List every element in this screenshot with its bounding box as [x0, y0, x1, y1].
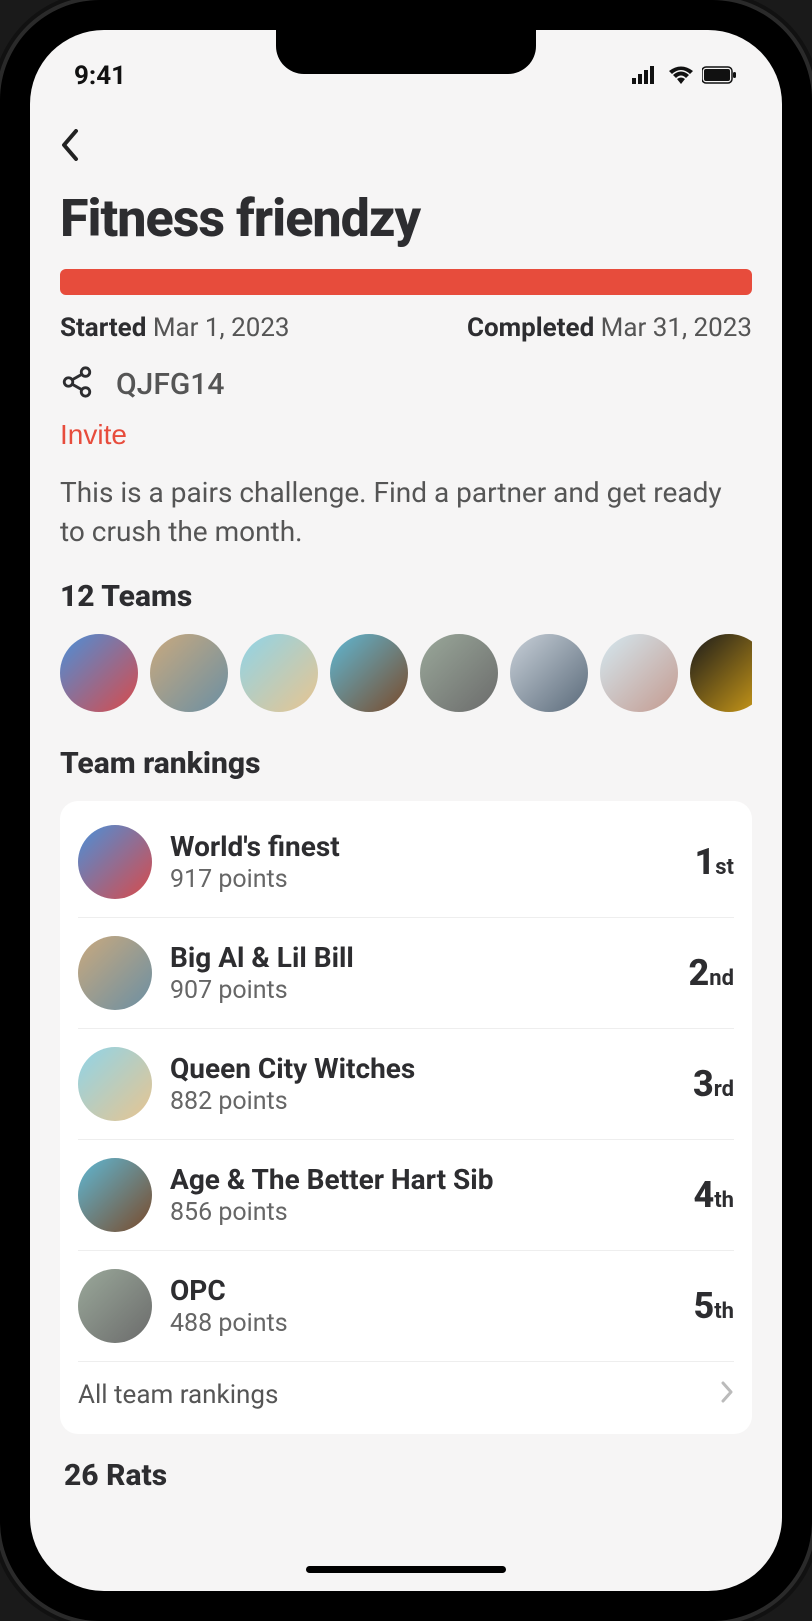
back-button[interactable]	[60, 122, 84, 188]
ranking-row[interactable]: Age & The Better Hart Sib 856 points 4th	[78, 1140, 734, 1251]
share-row[interactable]: QJFG14	[60, 365, 752, 403]
rank-position: 4th	[693, 1174, 734, 1216]
phone-notch	[276, 30, 536, 74]
invite-button[interactable]: Invite	[60, 419, 127, 451]
team-avatar	[78, 1269, 152, 1343]
team-avatar	[78, 1158, 152, 1232]
team-avatar	[78, 936, 152, 1010]
team-points: 488 points	[170, 1309, 675, 1338]
completed-date: Mar 31, 2023	[601, 313, 752, 343]
team-points: 882 points	[170, 1087, 675, 1116]
rank-position: 2nd	[689, 952, 734, 994]
team-avatar[interactable]	[150, 634, 228, 712]
chevron-right-icon	[720, 1381, 734, 1409]
rankings-heading: Team rankings	[60, 746, 752, 781]
rank-position: 5th	[693, 1285, 734, 1327]
ranking-row[interactable]: World's finest 917 points 1st	[78, 815, 734, 918]
completed-label: Completed	[467, 313, 594, 343]
date-row: Started Mar 1, 2023 Completed Mar 31, 20…	[60, 313, 752, 343]
team-avatar[interactable]	[240, 634, 318, 712]
team-avatar	[78, 1047, 152, 1121]
battery-icon	[702, 61, 738, 91]
team-avatar[interactable]	[420, 634, 498, 712]
all-rankings-label: All team rankings	[78, 1380, 278, 1410]
cellular-icon	[632, 61, 660, 91]
team-name: OPC	[170, 1274, 675, 1307]
home-indicator[interactable]	[306, 1566, 506, 1573]
team-points: 917 points	[170, 865, 676, 894]
all-rankings-link[interactable]: All team rankings	[78, 1362, 734, 1424]
ranking-row[interactable]: OPC 488 points 5th	[78, 1251, 734, 1362]
phone-frame: 9:41 Fitness friendzy	[0, 0, 812, 1621]
status-time: 9:41	[74, 61, 126, 91]
progress-bar	[60, 269, 752, 295]
share-code: QJFG14	[116, 367, 224, 402]
challenge-description: This is a pairs challenge. Find a partne…	[60, 473, 752, 551]
team-points: 907 points	[170, 976, 671, 1005]
team-avatar[interactable]	[600, 634, 678, 712]
team-avatar[interactable]	[60, 634, 138, 712]
teams-count-heading: 12 Teams	[60, 579, 752, 614]
rats-count-heading: 26 Rats	[60, 1458, 752, 1493]
started-date: Mar 1, 2023	[153, 313, 290, 343]
share-icon	[60, 365, 94, 403]
ranking-row[interactable]: Big Al & Lil Bill 907 points 2nd	[78, 918, 734, 1029]
team-points: 856 points	[170, 1198, 675, 1227]
rank-position: 1st	[694, 841, 734, 883]
team-avatar[interactable]	[690, 634, 752, 712]
rankings-card: World's finest 917 points 1st Big Al & L…	[60, 801, 752, 1434]
wifi-icon	[668, 61, 694, 91]
started-label: Started	[60, 313, 146, 343]
team-avatar	[78, 825, 152, 899]
team-name: Big Al & Lil Bill	[170, 941, 671, 974]
ranking-row[interactable]: Queen City Witches 882 points 3rd	[78, 1029, 734, 1140]
chevron-left-icon	[60, 129, 80, 161]
rank-position: 3rd	[693, 1063, 734, 1105]
team-avatar[interactable]	[330, 634, 408, 712]
team-name: Queen City Witches	[170, 1052, 675, 1085]
team-avatar[interactable]	[510, 634, 588, 712]
team-name: World's finest	[170, 830, 676, 863]
page-title: Fitness friendzy	[60, 188, 752, 249]
teams-avatar-strip[interactable]	[60, 634, 752, 712]
team-name: Age & The Better Hart Sib	[170, 1163, 675, 1196]
